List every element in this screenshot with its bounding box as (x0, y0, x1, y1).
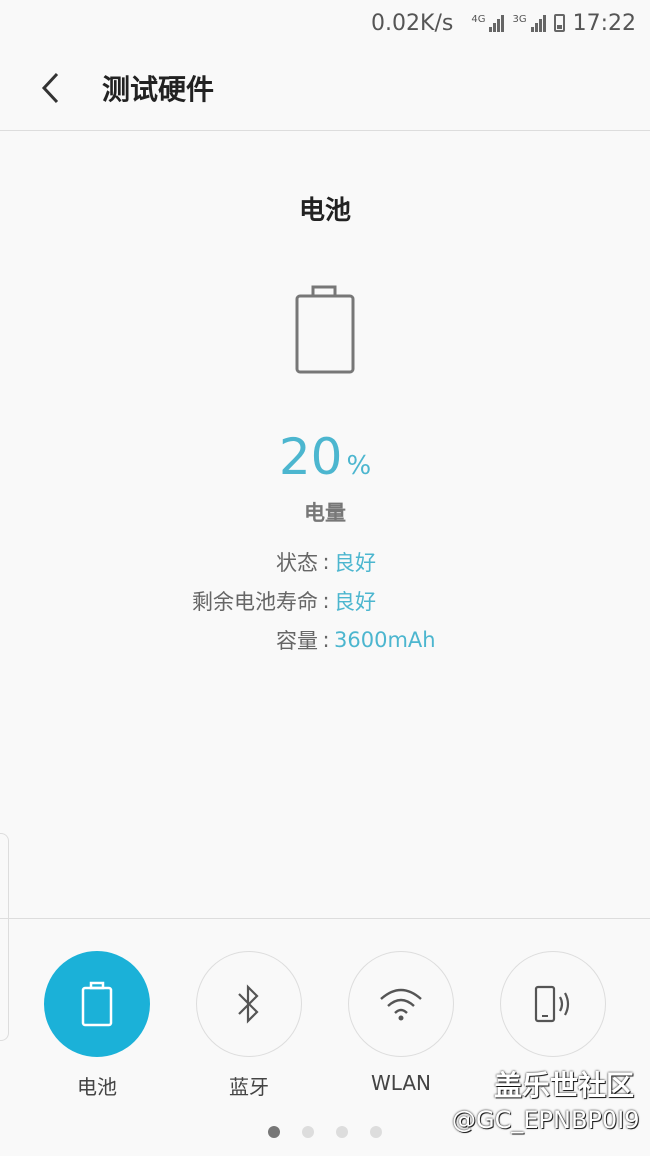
tab-label: 蓝牙 (229, 1075, 269, 1099)
sim1-type: 4G (471, 14, 486, 25)
battery-percent-value: 20 (278, 428, 343, 486)
battery-percent: 20% (0, 428, 650, 486)
info-separator: : (322, 589, 330, 613)
watermark-user: @GC_EPNBP0I9 (452, 1106, 640, 1134)
battery-percent-unit: % (346, 451, 372, 481)
tab-vibration[interactable] (500, 951, 606, 1057)
page-title: 测试硬件 (102, 73, 215, 106)
battery-level-label: 电量 (304, 501, 346, 525)
bluetooth-icon (238, 984, 259, 1024)
tab-bluetooth-circle[interactable] (196, 951, 302, 1057)
info-row-status: 状态 : 良好 (0, 546, 650, 578)
tab-bluetooth[interactable]: 蓝牙 (196, 951, 302, 1099)
section-title: 电池 (298, 196, 351, 226)
sim1-signal-icon: 4G (471, 14, 505, 32)
info-separator: : (322, 628, 330, 652)
page-dot[interactable] (370, 1126, 382, 1138)
info-label: 状态 (276, 551, 318, 575)
back-arrow-icon (41, 72, 59, 104)
tab-wlan[interactable]: WLAN (348, 951, 454, 1095)
watermark-community: 盖乐世社区 (494, 1069, 635, 1102)
tab-vibration-circle[interactable] (500, 951, 606, 1057)
battery-large-icon (295, 285, 355, 379)
battery-icon (81, 981, 113, 1027)
edge-panel-handle[interactable] (0, 833, 9, 1041)
info-value: 良好 (334, 551, 376, 575)
phone-vibrate-icon (534, 985, 570, 1023)
tab-battery-circle[interactable] (44, 951, 150, 1057)
divider (0, 918, 650, 919)
tab-label: WLAN (370, 1071, 432, 1095)
tab-label: 电池 (77, 1075, 117, 1099)
status-bar: 0.02K/s 4G 3G 17:22 (0, 0, 650, 46)
page-indicator (268, 1126, 382, 1138)
page-dot[interactable] (302, 1126, 314, 1138)
net-speed: 0.02K/s (371, 10, 454, 36)
info-separator: : (322, 550, 330, 574)
sim2-signal-icon: 3G (512, 14, 546, 32)
status-battery-icon (553, 14, 565, 32)
wifi-icon (380, 988, 422, 1021)
app-bar: 测试硬件 (0, 46, 650, 131)
clock: 17:22 (572, 10, 636, 36)
info-label: 容量 (276, 629, 318, 653)
page-dot[interactable] (336, 1126, 348, 1138)
back-button[interactable] (34, 71, 68, 105)
info-row-remaining-life: 剩余电池寿命 : 良好 (0, 585, 650, 617)
info-label: 剩余电池寿命 (192, 590, 318, 614)
info-value: 良好 (334, 590, 376, 614)
tab-wlan-circle[interactable] (348, 951, 454, 1057)
sim2-type: 3G (512, 14, 527, 25)
info-row-capacity: 容量 : 3600mAh (0, 624, 650, 656)
tab-battery[interactable]: 电池 (44, 951, 150, 1099)
info-value: 3600mAh (334, 628, 436, 652)
page-dot[interactable] (268, 1126, 280, 1138)
